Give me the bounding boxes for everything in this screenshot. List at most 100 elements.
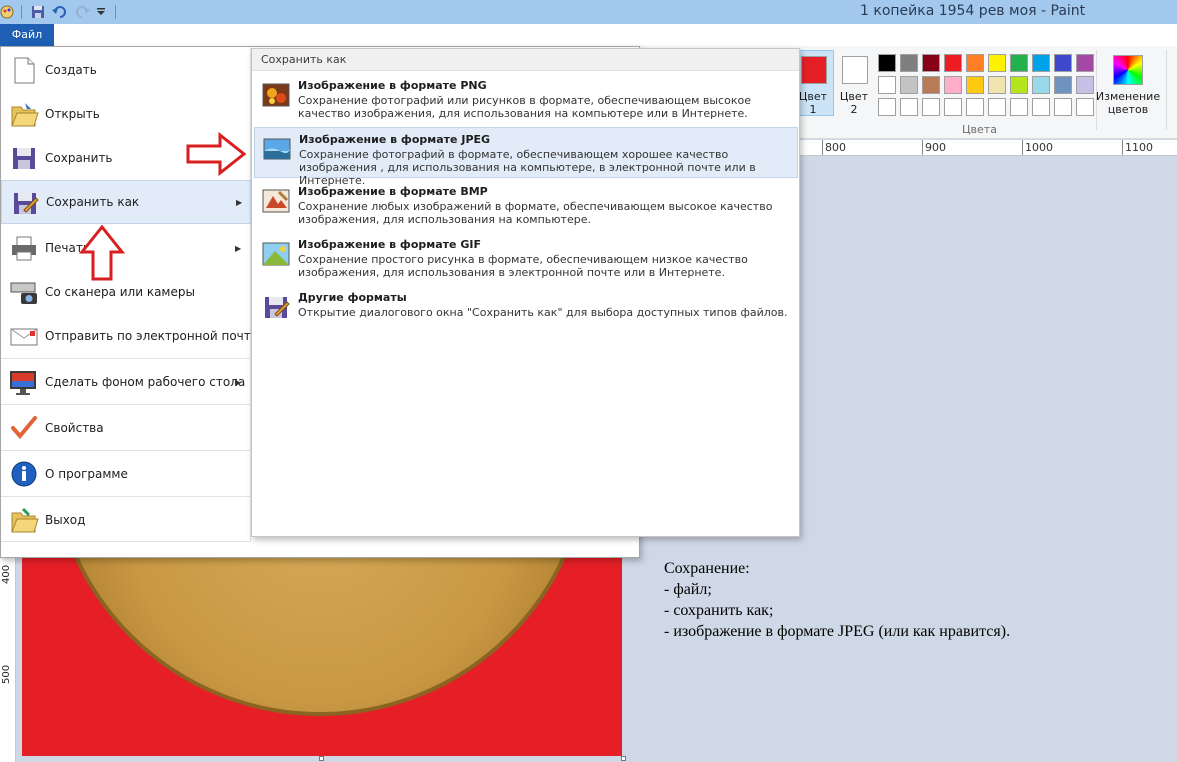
palette-swatch[interactable] [988,54,1006,72]
red-arrow-up-icon [79,224,125,281]
menu-separator [1,404,251,405]
menu-item-scanner[interactable]: Со сканера или камеры [1,270,251,314]
annotation-line: - сохранить как; [664,602,774,619]
desktop-background-icon [9,367,39,397]
save-as-png-title: Изображение в формате PNG [298,79,487,92]
color2-label: Цвет 2 [839,90,869,116]
menu-separator [1,450,251,451]
palette-swatch[interactable] [988,98,1006,116]
palette-swatch[interactable] [1032,76,1050,94]
save-as-other-description: Открытие диалогового окна "Сохранить как… [298,306,788,319]
menu-separator [1,358,251,359]
jpeg-image-icon [262,134,292,164]
scanner-icon [9,277,39,307]
color1-swatch[interactable] [801,56,827,84]
submenu-arrow-icon: ▶ [236,197,243,207]
palette-swatch[interactable] [944,98,962,116]
palette-swatch[interactable] [1032,98,1050,116]
palette-swatch[interactable] [1054,98,1072,116]
title-bar: 1 копейка 1954 рев моя - Paint [0,0,1177,24]
ruler-label: 1000 [1025,141,1053,154]
palette-swatch[interactable] [966,98,984,116]
save-as-bmp-description: Сохранение любых изображений в формате, … [298,200,773,226]
ruler-label: 500 [1,664,12,684]
save-as-other-title: Другие форматы [298,291,407,304]
palette-swatch[interactable] [944,54,962,72]
color1-label: Цвет 1 [798,90,828,116]
menu-item-email[interactable]: Отправить по электронной почте [1,314,258,358]
palette-swatch[interactable] [1076,76,1094,94]
palette-swatch[interactable] [900,76,918,94]
undo-icon[interactable] [52,4,68,20]
save-as-icon [10,188,40,218]
palette-swatch[interactable] [1054,76,1072,94]
resize-handle-corner[interactable] [621,756,626,761]
palette-swatch[interactable] [1010,54,1028,72]
palette-swatch[interactable] [878,76,896,94]
save-as-other-formats[interactable]: Другие форматы Открытие диалогового окна… [254,286,798,337]
palette-swatch[interactable] [878,54,896,72]
menu-item-open[interactable]: Открыть [1,92,251,136]
edit-colors-icon[interactable] [1113,55,1143,85]
palette-swatch[interactable] [878,98,896,116]
png-image-icon [261,80,291,110]
annotation-line: - файл; [664,581,712,598]
palette-swatch[interactable] [900,98,918,116]
submenu-arrow-icon: ▶ [235,243,242,253]
other-formats-icon [261,292,291,322]
colors-group-label: Цвета [962,123,997,136]
redo-icon[interactable] [74,4,90,20]
annotation-line: - изображение в формате JPEG (или как нр… [664,623,1011,640]
save-as-bmp[interactable]: Изображение в формате BMP Сохранение люб… [254,180,798,231]
menu-separator [1,541,251,542]
palette-swatch[interactable] [1032,54,1050,72]
bmp-image-icon [261,186,291,216]
file-menu-commands: Создать Открыть Сохранить Сохранить как … [1,47,258,542]
ribbon-tab-strip [0,24,1177,46]
color2-swatch[interactable] [842,56,868,84]
save-as-gif[interactable]: Изображение в формате GIF Сохранение про… [254,233,798,284]
color-palette [876,53,1096,119]
menu-item-new[interactable]: Создать [1,48,251,92]
save-as-png-description: Сохранение фотографий или рисунков в фор… [298,94,751,120]
window-title: 1 копейка 1954 рев моя - Paint [860,3,1086,19]
palette-swatch[interactable] [944,76,962,94]
palette-swatch[interactable] [1010,76,1028,94]
quick-save-icon[interactable] [30,4,46,20]
instruction-annotation: Сохранение: - файл; - сохранить как; - и… [664,558,1010,642]
palette-swatch[interactable] [988,76,1006,94]
menu-item-properties[interactable]: Свойства [1,406,251,450]
new-file-icon [9,55,39,85]
palette-swatch[interactable] [922,54,940,72]
exit-icon [9,505,39,535]
edit-colors-label[interactable]: Изменение цветов [1095,90,1161,116]
ribbon-separator [1166,50,1167,130]
palette-swatch[interactable] [1010,98,1028,116]
resize-handle-bottom[interactable] [319,756,324,761]
horizontal-ruler: 800 900 1000 1100 [800,140,1177,156]
menu-item-set-desktop-background[interactable]: Сделать фоном рабочего стола ▶ [1,360,251,404]
open-folder-icon [9,99,39,129]
palette-swatch[interactable] [1076,54,1094,72]
info-icon [9,459,39,489]
menu-item-about[interactable]: О программе [1,452,251,496]
save-as-jpeg[interactable]: Изображение в формате JPEG Сохранение фо… [254,127,798,187]
save-icon [9,143,39,173]
annotation-line: Сохранение: [664,560,750,577]
menu-item-print[interactable]: Печать ▶ [1,226,251,270]
palette-swatch[interactable] [922,98,940,116]
file-tab[interactable]: Файл [0,24,54,46]
menu-item-save-as[interactable]: Сохранить как ▶ [1,180,251,224]
checkmark-icon [9,413,39,443]
palette-swatch[interactable] [900,54,918,72]
palette-swatch[interactable] [966,54,984,72]
palette-swatch[interactable] [922,76,940,94]
menu-item-exit[interactable]: Выход [1,498,251,542]
paint-app-icon[interactable] [0,4,14,20]
palette-swatch[interactable] [1076,98,1094,116]
palette-swatch[interactable] [1054,54,1072,72]
drawing-canvas[interactable]: 1954 [22,556,622,756]
save-as-png[interactable]: Изображение в формате PNG Сохранение фот… [254,74,798,125]
customize-quick-access-icon[interactable] [96,4,106,20]
palette-swatch[interactable] [966,76,984,94]
